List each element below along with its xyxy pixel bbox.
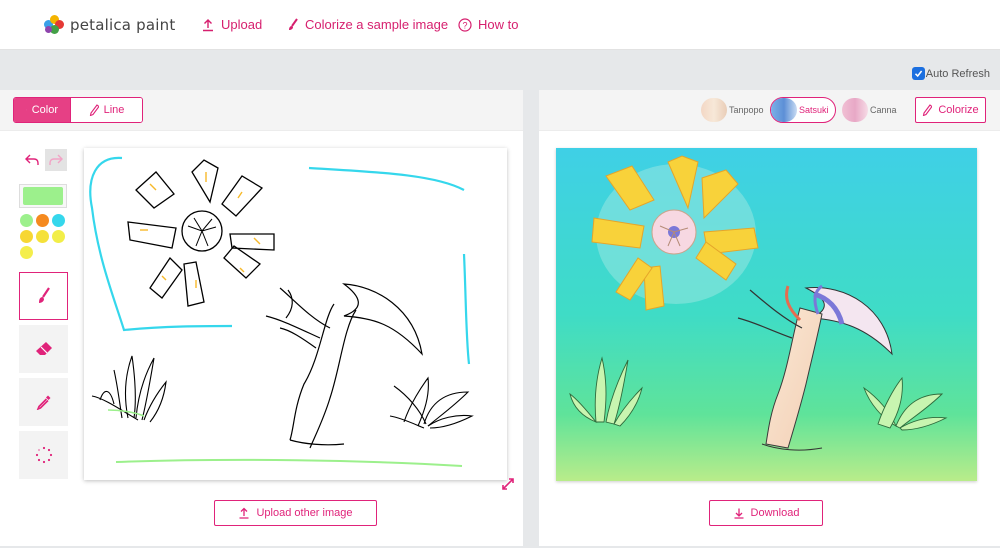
download-label: Download [750,507,800,519]
drawing-canvas[interactable] [84,148,507,480]
colorized-illustration [556,148,977,481]
brush-icon [26,109,27,111]
nav-sample-link[interactable]: Colorize a sample image [287,17,448,32]
line-art-drawing [89,156,474,467]
nav-sample-label: Colorize a sample image [305,17,449,32]
canvas-resize-icon[interactable] [500,476,516,492]
style-name: Canna [870,105,897,115]
upload-other-image-button[interactable]: Upload other image [214,500,377,526]
colorize-label: Colorize [938,104,979,116]
current-color-swatch[interactable] [19,184,67,208]
top-navigation-bar: petalica paint Upload Colorize a sample … [0,0,1000,50]
palette-color-swatch[interactable] [20,230,33,243]
color-mode-label: Color [31,104,58,116]
question-circle-icon: ? [458,17,472,32]
eyedropper-icon [36,395,50,410]
style-option-tanpopo[interactable]: Tanpopo [701,97,764,123]
eraser-tool-button[interactable] [19,325,68,373]
nav-howto-label: How to [478,17,519,32]
colorize-button[interactable]: Colorize [915,97,986,123]
auto-refresh-checkbox[interactable] [911,67,925,80]
auto-refresh-label: Auto Refresh [925,67,990,80]
style-option-canna[interactable]: Canna [842,97,897,123]
download-button[interactable]: Download [709,500,823,526]
download-icon [734,508,744,519]
undo-button[interactable] [21,149,43,171]
colorized-result-image [556,148,977,481]
palette-color-swatch[interactable] [20,246,33,259]
palette-color-swatch[interactable] [20,214,33,227]
editor-panel-header: Color Line [0,90,523,131]
color-mode-button[interactable]: Color [14,98,70,122]
palette-color-swatch[interactable] [36,230,49,243]
redo-icon [49,154,63,165]
mode-toggle: Color Line [13,97,143,123]
brush-icon [289,17,298,30]
line-mode-button[interactable]: Line [70,98,142,122]
nav-upload-label: Upload [221,17,263,32]
palette-color-swatch[interactable] [52,230,65,243]
upload-icon [239,507,249,519]
style-option-satsuki[interactable]: Satsuki [770,97,836,123]
brand-name: petalica paint [70,16,176,34]
eraser-icon [35,342,52,355]
current-color-fill [23,187,63,205]
svg-text:?: ? [462,20,467,30]
style-name: Tanpopo [729,105,764,115]
nav-howto-link[interactable]: ? How to [458,17,518,32]
line-mode-label: Line [103,104,125,116]
brand-logo[interactable]: petalica paint [44,15,175,35]
brush-icon [38,287,50,303]
eyedropper-tool-button[interactable] [19,378,68,426]
tanpopo-avatar [701,98,727,122]
pen-tool-button[interactable] [19,272,68,320]
nav-upload-link[interactable]: Upload [201,17,262,32]
pencil-icon [89,104,99,116]
canna-avatar [842,98,868,122]
logo-icon [44,15,64,35]
spinner-icon [35,446,52,464]
undo-icon [25,154,39,165]
upload-icon [203,18,213,31]
auto-refresh-toggle[interactable]: Auto Refresh [911,67,990,80]
palette-color-swatch[interactable] [52,214,65,227]
satsuki-avatar [771,98,797,122]
loading-spinner-button[interactable] [19,431,68,479]
style-name: Satsuki [799,105,829,115]
redo-button[interactable] [45,149,67,171]
palette-color-swatch[interactable] [36,214,49,227]
checkmark-icon [914,70,922,78]
pencil-icon [923,104,933,116]
upload-other-image-label: Upload other image [256,507,353,519]
